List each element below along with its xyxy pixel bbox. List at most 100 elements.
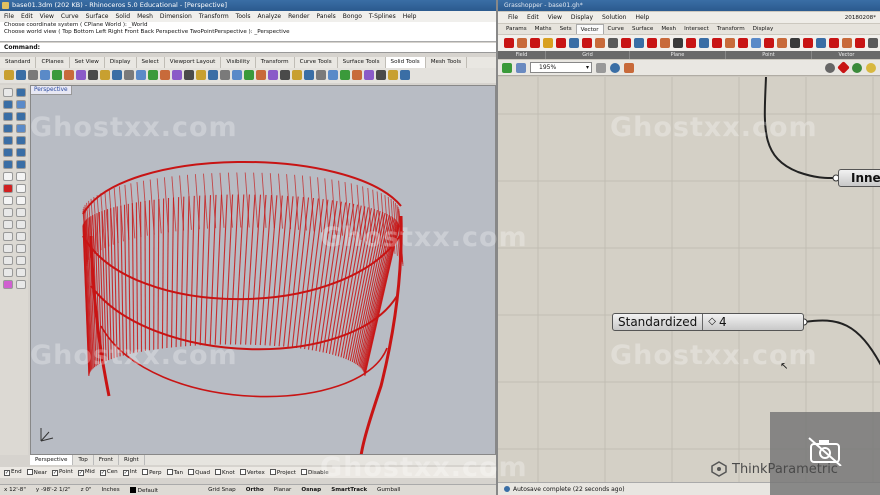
side-tool-icon[interactable] [16, 208, 26, 217]
command-prompt[interactable]: Command: [0, 43, 496, 53]
side-tool-icon[interactable] [16, 136, 26, 145]
gh-component-icon[interactable] [543, 38, 553, 48]
menu-item-render[interactable]: Render [288, 13, 309, 20]
side-tool-icon[interactable] [16, 196, 26, 205]
toolbar-tool-icon[interactable] [184, 70, 194, 80]
side-tool-icon[interactable] [16, 88, 26, 97]
gumball-toggle[interactable]: Gumball [377, 487, 400, 493]
toolbar-tool-icon[interactable] [292, 70, 302, 80]
viewport-tab-right[interactable]: Right [119, 455, 145, 465]
toolbar-tool-icon[interactable] [208, 70, 218, 80]
gh-component-icon[interactable] [517, 38, 527, 48]
side-tool-icon[interactable] [3, 112, 13, 121]
ortho-toggle[interactable]: Ortho [246, 487, 264, 493]
toolbar-tool-icon[interactable] [76, 70, 86, 80]
side-tool-icon[interactable] [3, 172, 13, 181]
sketch-pen-icon[interactable] [624, 62, 634, 73]
gh-component-icon[interactable] [816, 38, 826, 48]
gh-component-icon[interactable] [634, 38, 644, 48]
gh-tab-curve[interactable]: Curve [604, 24, 629, 34]
gh-component-icon[interactable] [647, 38, 657, 48]
menu-item-bongo[interactable]: Bongo [343, 13, 362, 20]
side-tool-icon[interactable] [3, 136, 13, 145]
side-tool-icon[interactable] [16, 232, 26, 241]
side-tool-icon[interactable] [3, 184, 13, 193]
gh-component-icon[interactable] [686, 38, 696, 48]
gh-tab-maths[interactable]: Maths [531, 24, 556, 34]
osnap-knot[interactable]: Knot [215, 469, 235, 476]
tab-visibility[interactable]: Visibility [221, 57, 256, 68]
toolbar-tool-icon[interactable] [304, 70, 314, 80]
osnap-checkbox[interactable] [269, 469, 276, 475]
gh-tab-intersect[interactable]: Intersect [680, 24, 713, 34]
gh-component-icon[interactable] [582, 38, 592, 48]
preview-selected-icon[interactable] [837, 61, 850, 74]
gh-component-icon[interactable] [569, 38, 579, 48]
side-tool-icon[interactable] [16, 160, 26, 169]
tab-solid-tools[interactable]: Solid Tools [385, 57, 426, 68]
toolbar-tool-icon[interactable] [88, 70, 98, 80]
toolbar-tool-icon[interactable] [112, 70, 122, 80]
toolbar-tool-icon[interactable] [340, 70, 350, 80]
tab-select[interactable]: Select [137, 57, 165, 68]
gh-tab-params[interactable]: Params [502, 24, 531, 34]
osnap-checkbox[interactable]: ✓ [99, 470, 106, 476]
gh-menu-edit[interactable]: Edit [527, 14, 539, 21]
gh-component-icon[interactable] [712, 38, 722, 48]
viewport-tab-perspective[interactable]: Perspective [30, 455, 74, 465]
side-tool-icon[interactable] [16, 268, 26, 277]
open-icon[interactable] [516, 62, 526, 73]
slider-value[interactable]: 4 [716, 314, 727, 330]
gh-component-icon[interactable] [855, 38, 865, 48]
inner-node[interactable]: Inner [838, 169, 880, 187]
toolbar-tool-icon[interactable] [280, 70, 290, 80]
osnap-tan[interactable]: Tan [166, 469, 183, 476]
gh-component-icon[interactable] [608, 38, 618, 48]
tab-viewport-layout[interactable]: Viewport Layout [165, 57, 222, 68]
side-tool-icon[interactable] [3, 160, 13, 169]
osnap-checkbox[interactable]: ✓ [52, 470, 58, 476]
menu-item-solid[interactable]: Solid [115, 13, 130, 20]
toolbar-tool-icon[interactable] [124, 70, 134, 80]
gh-menu-file[interactable]: File [508, 14, 518, 21]
side-tool-icon[interactable] [3, 208, 13, 217]
toolbar-tool-icon[interactable] [40, 70, 50, 80]
toolbar-tool-icon[interactable] [388, 70, 398, 80]
gh-tab-surface[interactable]: Surface [628, 24, 657, 34]
tab-mesh-tools[interactable]: Mesh Tools [426, 57, 468, 68]
gh-component-icon[interactable] [803, 38, 813, 48]
side-tool-icon[interactable] [16, 256, 26, 265]
side-tool-icon[interactable] [3, 280, 13, 289]
menu-item-file[interactable]: File [4, 13, 14, 20]
tab-standard[interactable]: Standard [0, 57, 37, 68]
menu-item-surface[interactable]: Surface [86, 13, 109, 20]
side-tool-icon[interactable] [16, 244, 26, 253]
menu-item-analyze[interactable]: Analyze [257, 13, 281, 20]
grid-snap-toggle[interactable]: Grid Snap [208, 487, 236, 493]
gh-component-icon[interactable] [621, 38, 631, 48]
side-tool-icon[interactable] [3, 256, 13, 265]
gh-component-icon[interactable] [751, 38, 761, 48]
side-tool-icon[interactable] [3, 124, 13, 133]
gh-tab-sets[interactable]: Sets [556, 24, 576, 34]
menu-item-edit[interactable]: Edit [21, 13, 33, 20]
side-tool-icon[interactable] [3, 100, 13, 109]
viewport-tab-front[interactable]: Front [94, 455, 120, 465]
osnap-checkbox[interactable] [300, 469, 307, 475]
side-tool-icon[interactable] [16, 220, 26, 229]
osnap-quad[interactable]: Quad [188, 469, 210, 476]
gh-component-icon[interactable] [660, 38, 670, 48]
osnap-checkbox[interactable] [215, 469, 221, 475]
preview-eye-icon[interactable] [610, 62, 620, 73]
osnap-vertex[interactable]: Vertex [239, 469, 265, 476]
gh-component-icon[interactable] [868, 38, 878, 48]
osnap-int[interactable]: ✓ Int [122, 469, 137, 476]
osnap-perp[interactable]: Perp [142, 469, 162, 476]
side-tool-icon[interactable] [3, 148, 13, 157]
osnap-project[interactable]: Project [269, 469, 296, 476]
toolbar-tool-icon[interactable] [256, 70, 266, 80]
slider-diamond-icon[interactable]: ◇ [703, 314, 716, 330]
side-tool-icon[interactable] [16, 148, 26, 157]
toolbar-tool-icon[interactable] [364, 70, 374, 80]
toolbar-tool-icon[interactable] [28, 70, 38, 80]
